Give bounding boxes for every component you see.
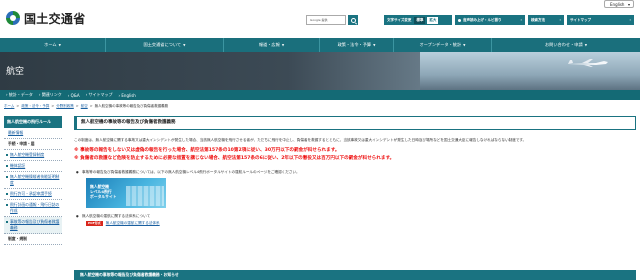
speaker-icon <box>458 18 461 22</box>
subnav-sitemap[interactable]: サイトマップ <box>86 92 113 98</box>
portal-banner-text: 無人航空機 レベル4飛行 ポータルサイト <box>90 184 117 199</box>
subnav-stats[interactable]: 統計・データ <box>6 92 33 98</box>
caret-down-icon: ▼ <box>584 43 587 47</box>
sidebar-item-registration[interactable]: 無人航空機登録制度 <box>4 150 62 161</box>
pdf-icon: PDF形式 <box>86 220 103 226</box>
font-size-standard-button[interactable]: 標準 <box>414 16 426 24</box>
subnav-faq[interactable]: Q&A <box>68 93 80 98</box>
main-content: 無人航空機の事故等の報告及び負傷者救護義務 この制度は、無人航空機に関する事故又… <box>74 116 636 280</box>
sitemap-button[interactable]: サイトマップ › <box>567 15 634 25</box>
sidebar: 無人航空機の飛行ルール 最新情報 手続・申請・届 無人航空機登録制度 機体認証 … <box>4 116 62 280</box>
breadcrumb-link[interactable]: ホーム <box>4 102 14 110</box>
sidebar-item-news[interactable]: 最新情報 <box>4 128 62 139</box>
breadcrumb-current: 無人航空機の事故等の報告及び負傷者救護義務 <box>94 104 169 108</box>
pdf-link-row: PDF形式 無人航空機の運航に関する法体系 <box>86 219 636 227</box>
search-method-label: 検索方法 <box>531 18 545 22</box>
speech-ruby-button[interactable]: 音声読み上げ・ルビ振り › <box>455 15 525 25</box>
font-size-control: 文字サイズ変更 標準 拡大 <box>384 15 452 25</box>
gnav-press[interactable]: 報道・広報 ▼ <box>224 38 320 52</box>
legal-framework-note: 無人航空機の運航に関する法体系について <box>74 213 636 219</box>
warning-text: ※ 負傷者の救護など危険を防止するために必要な措置を講じない場合、航空法第157… <box>74 156 395 161</box>
subnav-english[interactable]: English <box>119 93 135 98</box>
section-heading-bar: 無人航空機の事故等の報告及び負傷者救護義務・お知らせ <box>74 270 636 280</box>
caret-down-icon: ▼ <box>281 43 285 47</box>
portal-note: 事故等の報告及び負傷者救護義務については、以下の無人航空機レベル4飛行ポータルサ… <box>74 169 636 175</box>
sub-nav: 統計・データ 関連リンク Q&A サイトマップ English <box>0 90 640 100</box>
font-size-label: 文字サイズ変更 <box>387 17 412 22</box>
search-button[interactable] <box>348 15 358 25</box>
page-title: 無人航空機の事故等の報告及び負傷者救護義務 <box>74 116 636 130</box>
gnav-contact[interactable]: お問い合わせ・申請 ▼ <box>492 38 640 52</box>
breadcrumb-link[interactable]: 政策・法令・予算 <box>21 102 49 110</box>
gnav-policy[interactable]: 政策・法令・予算 ▼ <box>320 38 394 52</box>
intro-paragraph: この制度は、無人航空機に関する事故又は重大インシデントが発生した場合、当該無人航… <box>74 138 527 142</box>
font-size-large-button[interactable]: 拡大 <box>427 16 439 24</box>
legal-framework-pdf-link[interactable]: 無人航空機の運航に関する法体系 <box>106 221 160 226</box>
global-nav: ホーム ▼ 国土交通省について ▼ 報道・広報 ▼ 政策・法令・予算 ▼ オープンデータ… <box>0 38 640 52</box>
chevron-right-icon: › <box>559 18 561 22</box>
sidebar-item-certification[interactable]: 機体認証 <box>4 161 62 172</box>
hero-banner: 航空 <box>0 52 640 90</box>
page-category-title: 航空 <box>6 67 25 77</box>
caret-down-icon: ▼ <box>58 43 61 47</box>
language-select[interactable]: English ▾ <box>604 0 634 8</box>
sidebar-group-regulations: 制度・規制 <box>4 234 62 245</box>
caret-down-icon: ▼ <box>463 43 466 47</box>
sitemap-label: サイトマップ <box>570 18 591 22</box>
sidebar-group-procedures: 手続・申請・届 <box>4 139 62 150</box>
level4-portal-banner[interactable]: 無人航空機 レベル4飛行 ポータルサイト <box>86 178 166 208</box>
sidebar-item-flight-plan[interactable]: 飛行計画の通報・飛行日誌の作成 <box>4 200 62 217</box>
breadcrumb: ホーム > 政策・法令・予算 > 分野別政策 > 航空 > 無人航空機の事故等の報告及び… <box>4 102 169 110</box>
logo-mark-icon <box>6 11 20 25</box>
sidebar-item-accident-report[interactable]: 事故等の報告及び負傷者救護義務 <box>4 217 62 234</box>
sidebar-heading[interactable]: 無人航空機の飛行ルール <box>4 116 62 128</box>
search-method-button[interactable]: 検索方法 › <box>528 15 564 25</box>
sidebar-item-flight-permit[interactable]: 飛行許可・承認申請手続 <box>4 189 62 200</box>
search-icon <box>350 17 356 23</box>
chevron-down-icon: ▾ <box>627 2 630 7</box>
chevron-right-icon: › <box>629 18 631 22</box>
language-value: English <box>610 2 625 7</box>
ministry-logo[interactable]: 国土交通省 <box>6 10 86 26</box>
speech-ruby-label: 音声読み上げ・ルビ振り <box>463 18 502 22</box>
sidebar-item-pilot-license[interactable]: 無人航空機操縦者技能証明制度 <box>4 172 62 189</box>
site-search-input[interactable]: Google 提供 <box>306 15 346 25</box>
gnav-about[interactable]: 国土交通省について ▼ <box>106 38 224 52</box>
breadcrumb-link[interactable]: 分野別政策 <box>56 102 74 110</box>
caret-down-icon: ▼ <box>183 43 186 47</box>
gnav-home[interactable]: ホーム ▼ <box>0 38 106 52</box>
airplane-icon <box>568 59 608 67</box>
breadcrumb-link[interactable]: 航空 <box>81 102 88 110</box>
logo-text: 国土交通省 <box>24 11 86 26</box>
subnav-links[interactable]: 関連リンク <box>39 92 62 98</box>
caret-down-icon: ▼ <box>373 43 376 47</box>
chevron-right-icon: › <box>520 18 522 22</box>
warning-text: ※ 事故等の報告をしない又は虚偽の報告を行った場合、航空法第157条の10第2項… <box>74 148 340 153</box>
city-illustration <box>126 186 164 206</box>
gnav-opendata[interactable]: オープンデータ・統計 ▼ <box>394 38 492 52</box>
